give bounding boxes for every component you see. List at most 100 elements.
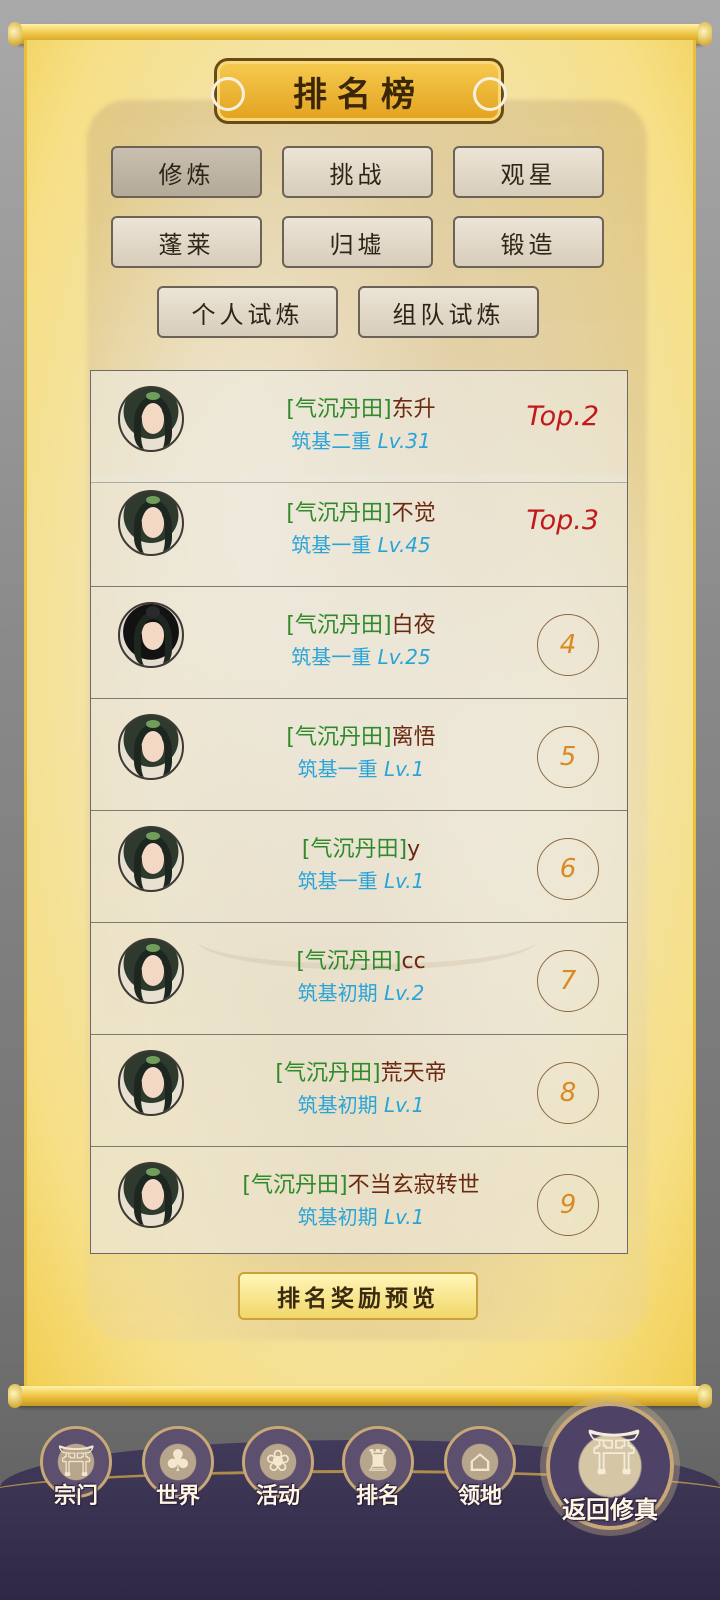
player-level: 筑基一重 Lv.25: [211, 641, 511, 670]
tree-icon: ♣: [164, 1444, 192, 1479]
ranking-row[interactable]: [气沉丹田]不觉 筑基一重 Lv.45 Top.3: [91, 475, 627, 587]
gate-icon: ⛩: [586, 1427, 642, 1478]
male-avatar: [118, 602, 184, 668]
tab-forging[interactable]: 锻造: [453, 216, 604, 268]
nav-world-button[interactable]: ♣ 世界: [138, 1426, 218, 1526]
nav-ranking-button[interactable]: ♜ 排名: [338, 1426, 418, 1526]
tab-guixu[interactable]: 归墟: [282, 216, 433, 268]
female-avatar: [118, 1162, 184, 1228]
rank-label: Top.2: [526, 401, 599, 432]
level-text: Lv.1: [383, 869, 425, 893]
player-name: [气沉丹田]不觉: [211, 495, 511, 527]
nav-label: 世界: [155, 1483, 200, 1509]
sect-tag: [气沉丹田]: [286, 397, 392, 422]
player-name: [气沉丹田]离悟: [211, 719, 511, 751]
player-name-text: 离悟: [391, 725, 436, 750]
pavilion-icon: ⛩: [56, 1444, 96, 1479]
gift-icon: ❀: [265, 1444, 291, 1479]
ranking-row[interactable]: [气沉丹田]荒天帝 筑基初期 Lv.1 8: [91, 1035, 627, 1147]
nav-label: 活动: [255, 1483, 300, 1509]
ranking-list[interactable]: [气沉丹田]东升 筑基二重 Lv.31 Top.2 [气沉丹田]不觉 筑基一重 …: [90, 370, 628, 1254]
player-level: 筑基初期 Lv.2: [211, 977, 511, 1006]
ranking-row[interactable]: [气沉丹田]不当玄寂转世 筑基初期 Lv.1 9: [91, 1147, 627, 1253]
nav-label: 领地: [457, 1483, 502, 1509]
tab-team-trial[interactable]: 组队试炼: [358, 286, 539, 338]
rank-number: 8: [537, 1062, 599, 1124]
female-avatar: [118, 1050, 184, 1116]
nav-events-button[interactable]: ❀ 活动: [238, 1426, 318, 1526]
return-cultivation-label[interactable]: 返回修真: [538, 1490, 682, 1525]
tab-solo-trial[interactable]: 个人试炼: [157, 286, 338, 338]
realm-text: 筑基一重: [297, 757, 378, 781]
player-level: 筑基初期 Lv.1: [211, 1201, 511, 1230]
player-level: 筑基二重 Lv.31: [211, 425, 511, 454]
realm-text: 筑基初期: [297, 1093, 378, 1117]
sect-tag: [气沉丹田]: [286, 613, 392, 638]
player-name: [气沉丹田]荒天帝: [211, 1055, 511, 1087]
rank-number: 9: [537, 1174, 599, 1236]
player-level: 筑基一重 Lv.1: [211, 865, 511, 894]
tab-penglai[interactable]: 蓬莱: [111, 216, 262, 268]
tab-stargazing[interactable]: 观星: [453, 146, 604, 198]
tab-cultivation[interactable]: 修炼: [111, 146, 262, 198]
nav-sect-button[interactable]: ⛩ 宗门: [36, 1426, 116, 1526]
realm-text: 筑基一重: [291, 533, 372, 557]
nav-territory-button[interactable]: ⌂ 领地: [440, 1426, 520, 1526]
tab-challenge[interactable]: 挑战: [282, 146, 433, 198]
female-avatar: [118, 490, 184, 556]
realm-text: 筑基一重: [291, 645, 372, 669]
sect-tag: [气沉丹田]: [275, 1061, 381, 1086]
sect-tag: [气沉丹田]: [301, 837, 408, 862]
title-banner: 排名榜: [211, 58, 507, 124]
player-name-text: 东升: [391, 397, 436, 422]
rank-number: 6: [537, 838, 599, 900]
ranking-row[interactable]: [气沉丹田]y 筑基一重 Lv.1 6: [91, 811, 627, 923]
player-name-text: 白夜: [391, 613, 436, 638]
ranking-row[interactable]: [气沉丹田]cc 筑基初期 Lv.2 7: [91, 923, 627, 1035]
ranking-row[interactable]: [气沉丹田]东升 筑基二重 Lv.31 Top.2: [91, 371, 627, 483]
territory-icon: ⌂: [468, 1444, 492, 1479]
rank-number: 5: [537, 726, 599, 788]
realm-text: 筑基二重: [291, 429, 372, 453]
level-text: Lv.2: [383, 981, 425, 1005]
cloud-ornament-icon: [211, 77, 245, 111]
player-level: 筑基初期 Lv.1: [211, 1089, 511, 1118]
player-name: [气沉丹田]白夜: [211, 607, 511, 639]
level-text: Lv.45: [377, 533, 431, 557]
level-text: Lv.25: [377, 645, 431, 669]
female-avatar: [118, 714, 184, 780]
player-level: 筑基一重 Lv.1: [211, 753, 511, 782]
player-name: [气沉丹田]东升: [211, 391, 511, 423]
player-name-text: 不觉: [391, 501, 436, 526]
realm-text: 筑基初期: [297, 1205, 378, 1229]
sect-tag: [气沉丹田]: [296, 949, 402, 974]
sect-tag: [气沉丹田]: [242, 1173, 348, 1198]
level-text: Lv.1: [383, 757, 425, 781]
reward-preview-button[interactable]: 排名奖励预览: [238, 1272, 478, 1320]
player-name: [气沉丹田]y: [211, 831, 511, 863]
level-text: Lv.1: [383, 1205, 425, 1229]
player-level: 筑基一重 Lv.45: [211, 529, 511, 558]
rank-label: Top.3: [526, 505, 599, 536]
female-avatar: [118, 826, 184, 892]
sect-tag: [气沉丹田]: [286, 725, 392, 750]
ranking-row[interactable]: [气沉丹田]白夜 筑基一重 Lv.25 4: [91, 587, 627, 699]
ranking-row[interactable]: [气沉丹田]离悟 筑基一重 Lv.1 5: [91, 699, 627, 811]
page-title: 排名榜: [293, 74, 425, 115]
nav-label: 宗门: [53, 1483, 98, 1509]
player-name-text: y: [407, 837, 421, 862]
banner-icon: ♜: [364, 1444, 392, 1479]
level-text: Lv.31: [377, 429, 431, 453]
female-avatar: [118, 386, 184, 452]
cloud-ornament-icon: [473, 77, 507, 111]
level-text: Lv.1: [383, 1093, 425, 1117]
rank-number: 7: [537, 950, 599, 1012]
player-name-text: 不当玄寂转世: [347, 1173, 480, 1198]
realm-text: 筑基初期: [297, 981, 378, 1005]
nav-label: 排名: [355, 1483, 400, 1509]
female-avatar: [118, 938, 184, 1004]
player-name: [气沉丹田]cc: [211, 943, 511, 975]
sect-tag: [气沉丹田]: [286, 501, 392, 526]
rank-number: 4: [537, 614, 599, 676]
realm-text: 筑基一重: [297, 869, 378, 893]
